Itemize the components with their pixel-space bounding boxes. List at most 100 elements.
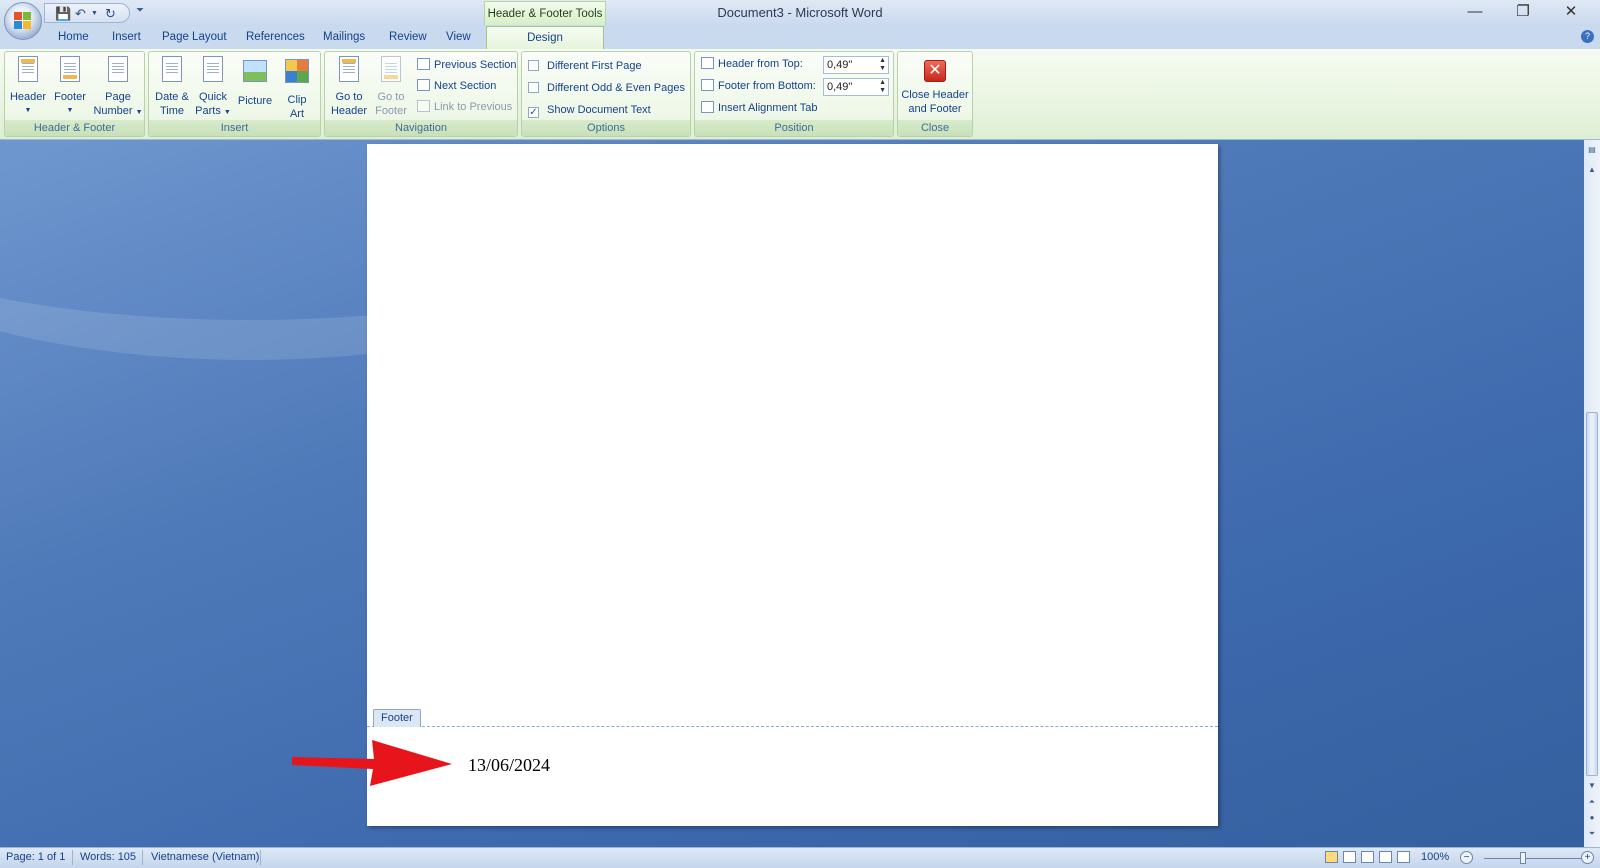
- redo-icon[interactable]: ↻: [105, 6, 116, 22]
- title-bar: Document3 - Microsoft Word Header & Foot…: [0, 0, 1600, 26]
- group-label-navigation: Navigation: [325, 120, 517, 136]
- zoom-slider-thumb[interactable]: [1520, 852, 1526, 864]
- group-label-close: Close: [898, 120, 972, 136]
- save-icon[interactable]: 💾: [55, 6, 71, 22]
- group-options: Different First Page Different Odd & Eve…: [521, 51, 691, 137]
- different-first-page-checkbox[interactable]: Different First Page: [528, 58, 642, 74]
- spinner-arrows-icon[interactable]: ▲ ▼: [879, 79, 886, 95]
- annotation-arrow-icon: [292, 740, 452, 786]
- document-area: Footer 13/06/2024: [0, 140, 1584, 847]
- outline-view-icon[interactable]: [1379, 851, 1392, 863]
- office-button[interactable]: [4, 2, 42, 40]
- status-page[interactable]: Page: 1 of 1: [6, 851, 65, 863]
- date-time-button[interactable]: Date & Time: [152, 56, 192, 118]
- header-button[interactable]: Header ▼: [9, 56, 47, 118]
- alignment-tab-icon: [701, 101, 714, 113]
- undo-icon[interactable]: ↶: [75, 6, 86, 22]
- close-window-button[interactable]: ✕: [1548, 0, 1594, 26]
- group-close: ✕ Close Header and Footer Close: [897, 51, 973, 137]
- group-label-options: Options: [522, 120, 690, 136]
- picture-button[interactable]: Picture: [233, 56, 277, 108]
- full-screen-reading-icon[interactable]: [1343, 851, 1356, 863]
- group-position: Header from Top: 0,49" ▲ ▼ Footer from Bo…: [694, 51, 894, 137]
- link-to-previous-button[interactable]: Link to Previous: [417, 99, 512, 115]
- scroll-thumb[interactable]: [1586, 412, 1598, 776]
- zoom-in-icon[interactable]: +: [1581, 851, 1594, 864]
- scroll-up-icon[interactable]: ▲: [1586, 164, 1598, 176]
- contextual-tab-group-label: Header & Footer Tools: [484, 1, 606, 25]
- checkbox-unchecked[interactable]: [528, 60, 539, 71]
- ribbon-tabs: Home Insert Page Layout References Maili…: [0, 26, 1600, 50]
- dropdown-arrow-icon: ▼: [135, 109, 143, 116]
- different-odd-even-checkbox[interactable]: Different Odd & Even Pages: [528, 80, 685, 96]
- restore-button[interactable]: ❐: [1500, 0, 1546, 26]
- page-number-button[interactable]: Page Number ▼: [93, 56, 143, 120]
- close-header-footer-button[interactable]: ✕ Close Header and Footer: [898, 52, 972, 116]
- minimize-button[interactable]: —: [1452, 0, 1498, 26]
- previous-section-icon: [417, 58, 430, 70]
- quick-parts-icon: [203, 56, 223, 82]
- tab-view[interactable]: View: [446, 31, 471, 43]
- vertical-scrollbar[interactable]: ▤ ▲ ▼ ⏶ ● ⏷: [1584, 140, 1600, 847]
- go-to-header-icon: [339, 56, 359, 82]
- ribbon: Header ▼ Footer ▼ Page Number ▼ Header &…: [0, 49, 1600, 140]
- header-from-top-input[interactable]: 0,49" ▲ ▼: [823, 56, 889, 74]
- footer-boundary-line: [367, 726, 1218, 727]
- group-label-position: Position: [695, 120, 893, 136]
- dropdown-arrow-icon: ▼: [24, 107, 32, 114]
- undo-dropdown-icon[interactable]: ▼: [91, 10, 98, 17]
- zoom-out-icon[interactable]: −: [1460, 851, 1473, 864]
- status-bar: Page: 1 of 1 Words: 105 Vietnamese (Viet…: [0, 847, 1600, 868]
- previous-page-icon[interactable]: ⏶: [1586, 796, 1598, 808]
- scroll-down-icon[interactable]: ▼: [1586, 780, 1598, 792]
- next-page-icon[interactable]: ⏷: [1586, 828, 1598, 840]
- previous-section-button[interactable]: Previous Section: [417, 57, 517, 73]
- select-browse-object-icon[interactable]: ●: [1586, 812, 1598, 824]
- tab-review[interactable]: Review: [389, 31, 427, 43]
- document-page[interactable]: Footer 13/06/2024: [367, 144, 1218, 826]
- group-label-header-footer: Header & Footer: [5, 120, 144, 136]
- office-logo-icon: [14, 12, 32, 30]
- dropdown-arrow-icon: ▼: [223, 109, 231, 116]
- footer-from-bottom-label: Footer from Bottom:: [701, 78, 816, 94]
- insert-alignment-tab-button[interactable]: Insert Alignment Tab: [701, 100, 817, 116]
- status-language[interactable]: Vietnamese (Vietnam): [151, 851, 259, 863]
- go-to-header-button[interactable]: Go to Header: [327, 56, 371, 118]
- checkbox-unchecked[interactable]: [528, 82, 539, 93]
- print-layout-view-icon[interactable]: [1325, 851, 1338, 863]
- help-icon[interactable]: ?: [1581, 30, 1594, 43]
- footer-tag: Footer: [373, 709, 421, 727]
- footer-icon: [60, 56, 80, 82]
- draft-view-icon[interactable]: [1397, 851, 1410, 863]
- show-document-text-checkbox[interactable]: ✓ Show Document Text: [528, 102, 651, 118]
- spinner-arrows-icon[interactable]: ▲ ▼: [879, 57, 886, 73]
- tab-references[interactable]: References: [246, 31, 305, 43]
- zoom-slider-track[interactable]: [1484, 858, 1588, 859]
- clip-art-button[interactable]: Clip Art: [277, 56, 317, 121]
- calendar-icon: [162, 56, 182, 82]
- go-to-footer-button[interactable]: Go to Footer: [369, 56, 413, 118]
- checkmark-icon[interactable]: ✓: [528, 107, 539, 118]
- footer-from-bottom-input[interactable]: 0,49" ▲ ▼: [823, 78, 889, 96]
- footer-button[interactable]: Footer ▼: [51, 56, 89, 118]
- tab-mailings[interactable]: Mailings: [323, 31, 365, 43]
- status-words[interactable]: Words: 105: [80, 851, 136, 863]
- clip-art-icon: [285, 59, 309, 83]
- next-section-icon: [417, 79, 430, 91]
- link-icon: [417, 100, 430, 112]
- footer-position-icon: [701, 79, 714, 91]
- tab-insert[interactable]: Insert: [112, 31, 141, 43]
- page-number-icon: [108, 56, 128, 82]
- quick-parts-button[interactable]: Quick Parts ▼: [193, 56, 233, 120]
- tab-home[interactable]: Home: [58, 31, 89, 43]
- footer-date-text[interactable]: 13/06/2024: [468, 755, 550, 776]
- next-section-button[interactable]: Next Section: [417, 78, 496, 94]
- ruler-toggle-icon[interactable]: ▤: [1586, 144, 1598, 156]
- customize-qat-icon[interactable]: ⏷: [136, 5, 144, 16]
- web-layout-icon[interactable]: [1361, 851, 1374, 863]
- tab-page-layout[interactable]: Page Layout: [162, 31, 227, 43]
- close-icon: ✕: [924, 60, 946, 82]
- group-insert: Date & Time Quick Parts ▼ Picture Clip A…: [148, 51, 321, 137]
- zoom-level[interactable]: 100%: [1421, 851, 1449, 863]
- tab-design[interactable]: Design: [486, 26, 604, 50]
